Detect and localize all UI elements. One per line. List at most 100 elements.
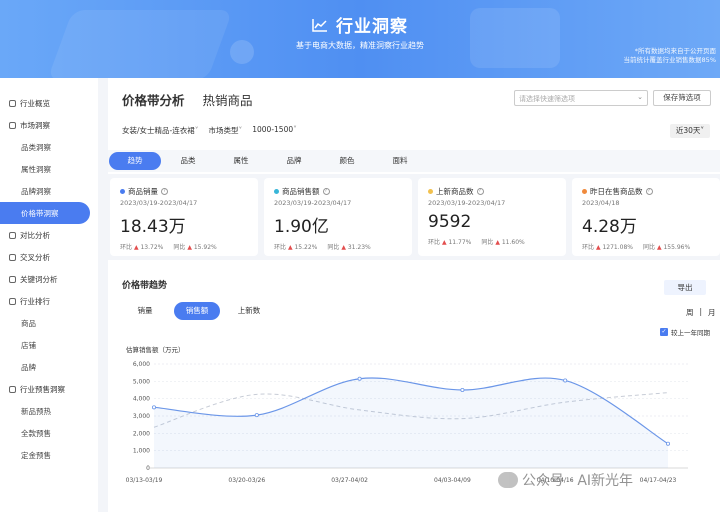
sidebar-item[interactable]: 全款预售 (0, 422, 98, 444)
sub-tab[interactable]: 品类 (162, 152, 214, 170)
price-range-filter[interactable]: 1000-1500˅ (252, 125, 297, 136)
kpi-title: 商品销量 (128, 187, 158, 196)
sidebar-item-label: 新品预热 (21, 406, 51, 416)
series-dot (582, 189, 587, 194)
sidebar-item-label: 行业概览 (20, 98, 50, 108)
kpi-cards: 商品销量? 2023/03/19-2023/04/17 18.43万环比 ▲ 13.… (108, 174, 720, 260)
sidebar: 行业概览市场洞察品类洞察 属性洞察 品牌洞察价格带洞察对比分析交叉分析关键词分析行业… (0, 78, 98, 512)
sidebar-item[interactable]: 店铺 (0, 334, 98, 356)
kpi-value: 1.90亿 (274, 217, 329, 237)
y-tick-label: 2,000 (133, 430, 150, 437)
help-icon[interactable]: ? (322, 188, 330, 195)
sub-tab[interactable]: 属性 (215, 152, 267, 170)
series-dot (428, 189, 433, 194)
data-point (666, 441, 671, 446)
sidebar-item[interactable]: 品牌洞察 (0, 180, 98, 202)
chevron-down-icon: ˅ (700, 126, 705, 135)
data-point (254, 413, 259, 418)
sidebar-item[interactable]: 市场洞察 (0, 114, 98, 136)
tab-price-band-analysis[interactable]: 价格带分析 (122, 90, 185, 109)
mom-rate: 环比 ▲ 13.72% (120, 244, 164, 251)
x-tick-label: 04/03-04/09 (434, 477, 471, 484)
chevron-down-icon: ⌄ (637, 93, 643, 101)
top-tabs: 价格带分析 热销商品 (122, 90, 253, 109)
sidebar-item-label: 对比分析 (20, 230, 50, 240)
data-point (152, 405, 157, 410)
kpi-title: 商品销售额 (282, 187, 320, 196)
trend-up-icon: ▲ (187, 244, 192, 251)
watermark: 公众号 · AI新光年 (498, 470, 633, 490)
kpi-value: 18.43万 (120, 217, 186, 237)
series-dot (274, 189, 279, 194)
trend-up-icon: ▲ (441, 239, 447, 246)
sidebar-item[interactable]: 价格带洞察 (0, 202, 90, 224)
tab-hot-products[interactable]: 热销商品 (203, 90, 253, 109)
kpi-title: 上新商品数 (436, 187, 474, 196)
sidebar-item[interactable]: 商品 (0, 312, 98, 334)
sidebar-item[interactable]: 行业概览 (0, 92, 98, 114)
kpi-date-range: 2023/03/19-2023/04/17 (428, 199, 506, 207)
mom-rate: 环比 ▲ 1271.08% (582, 244, 633, 251)
main-panel: 价格带分析 热销商品 请选择快速筛选项 ⌄ 保存筛选项 女装/女士精品-连衣裙˅… (108, 78, 720, 512)
sidebar-item-label: 价格带洞察 (21, 208, 59, 218)
trend-up-icon: ▲ (287, 244, 293, 251)
sidebar-item[interactable]: 行业预售洞察 (0, 378, 98, 400)
sidebar-item[interactable]: 关键词分析 (0, 268, 98, 290)
sidebar-item[interactable]: 对比分析 (0, 224, 98, 246)
y-tick-label: 5,000 (133, 378, 150, 385)
y-tick-label: 3,000 (133, 413, 150, 420)
sidebar-item-label: 市场洞察 (20, 120, 50, 130)
yoy-rate: 同比 ▲ 155.96% (643, 244, 691, 251)
sidebar-item[interactable]: 品牌 (0, 356, 98, 378)
quick-filter-select[interactable]: 请选择快速筛选项 ⌄ (514, 90, 648, 106)
category-filter[interactable]: 女装/女士精品-连衣裙˅ (122, 125, 198, 136)
nav-section-icon (9, 99, 16, 107)
sidebar-item[interactable]: 行业排行 (0, 290, 98, 312)
kpi-card: 商品销售额? 2023/03/19-2023/04/17 1.90亿环比 ▲ 15.… (264, 178, 412, 256)
nav-section-icon (9, 121, 16, 129)
mom-rate: 环比 ▲ 15.22% (274, 244, 318, 251)
sidebar-item[interactable]: 品类洞察 (0, 136, 98, 158)
line-chart-icon (312, 18, 327, 32)
sub-tab[interactable]: 品牌 (268, 152, 320, 170)
help-icon[interactable]: ? (645, 188, 653, 195)
market-type-filter[interactable]: 市场类型˅ (208, 125, 242, 136)
x-tick-label: 04/17-04/23 (640, 477, 677, 484)
nav-section-icon (9, 231, 16, 239)
help-icon[interactable]: ? (161, 188, 168, 195)
chevron-down-icon: ˅ (293, 125, 297, 134)
save-filter-button[interactable]: 保存筛选项 (653, 90, 711, 106)
kpi-card: 商品销量? 2023/03/19-2023/04/17 18.43万环比 ▲ 13.… (110, 178, 258, 256)
trend-up-icon: ▲ (656, 244, 662, 251)
sidebar-item[interactable]: 新品预热 (0, 400, 98, 422)
trend-up-icon: ▲ (595, 244, 601, 251)
sub-tab[interactable]: 颜色 (321, 152, 373, 170)
sidebar-item-label: 店铺 (21, 340, 36, 350)
sidebar-item-label: 全款预售 (21, 428, 51, 438)
date-range-selector[interactable]: 近30天˅ (670, 124, 710, 138)
sub-tab[interactable]: 趋势 (109, 152, 161, 170)
x-tick-label: 03/20-03/26 (228, 477, 265, 484)
sidebar-item-label: 商品 (21, 318, 36, 328)
sidebar-item-label: 行业排行 (20, 296, 50, 306)
sidebar-item[interactable]: 定金预售 (0, 444, 98, 466)
kpi-title: 昨日在售商品数 (590, 187, 643, 196)
sidebar-item[interactable]: 属性洞察 (0, 158, 98, 180)
nav-section-icon (9, 253, 16, 261)
sub-tab[interactable]: 面料 (374, 152, 426, 170)
sidebar-item-label: 关键词分析 (20, 274, 58, 284)
header-banner: 行业洞察 基于电商大数据，精准洞察行业趋势 *所有数据均来自于公开页面 当前统计… (0, 0, 720, 78)
trend-up-icon: ▲ (495, 239, 500, 246)
kpi-value: 4.28万 (582, 217, 637, 237)
x-tick-label: 03/27-04/02 (331, 477, 368, 484)
sidebar-item[interactable]: 交叉分析 (0, 246, 98, 268)
data-point (460, 388, 465, 393)
yoy-rate: 同比 ▲ 11.60% (481, 239, 525, 246)
kpi-date-range: 2023/03/19-2023/04/17 (274, 199, 352, 207)
kpi-card: 昨日在售商品数? 2023/04/18 4.28万 环比 ▲ 1271.08% 同比 ▲… (572, 178, 720, 256)
series-dot (120, 189, 125, 194)
help-icon[interactable]: ? (476, 188, 484, 195)
y-axis-label: 估算销售额（万元） (126, 345, 185, 354)
kpi-date-range: 2023/03/19-2023/04/17 (120, 199, 198, 207)
yoy-rate: 同比 ▲ 31.23% (327, 244, 371, 251)
